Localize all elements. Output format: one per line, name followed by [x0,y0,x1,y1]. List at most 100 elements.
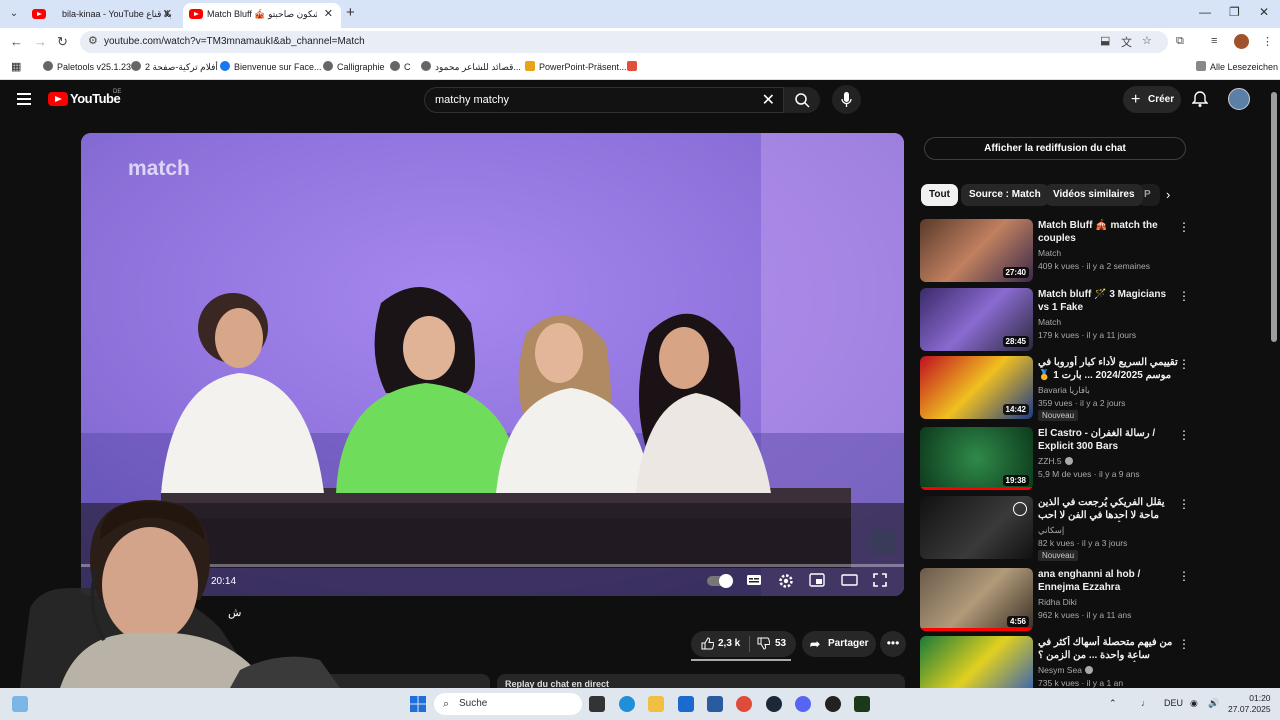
recommendation-item[interactable]: 27:40 Match Bluff 🎪 match the couples Ma… [920,219,1190,283]
subtitles-icon[interactable] [746,573,762,590]
channel-name[interactable]: Match [1038,248,1061,258]
recommendation-title[interactable]: El Castro - رسالة الغفران / Explicit 300… [1038,427,1178,453]
video-thumbnail[interactable]: 14:42 [920,356,1033,419]
channel-name[interactable]: Nesym Sea [1038,665,1093,675]
recommendation-item[interactable]: من فيهم متحصلة أسهاك أكثر في ساعة واحدة … [920,636,1190,688]
chip-all[interactable]: Tout [921,184,958,206]
taskbar-search[interactable]: ⌕ Suche [434,693,582,715]
minimize-icon[interactable]: — [1199,5,1211,19]
browser-menu-icon[interactable]: ⋮ [1262,35,1273,48]
new-tab-button[interactable]: + [346,5,355,21]
video-thumbnail[interactable]: 28:45 [920,288,1033,351]
edge-icon[interactable] [619,696,635,712]
channel-name[interactable]: Ridha Diki [1038,597,1077,607]
more-options-icon[interactable]: ⋮ [1178,637,1190,651]
recommendation-item[interactable]: 19:38 El Castro - رسالة الغفران / Explic… [920,427,1190,491]
more-options-icon[interactable]: ⋮ [1178,357,1190,371]
recommendation-item[interactable]: يقلل الفريكي يُرجعت في الذين ماحة لا احد… [920,496,1190,561]
clear-search-icon[interactable]: ✕ [762,90,775,110]
close-tab-icon[interactable]: ✕ [324,3,333,25]
address-bar[interactable]: ⚙ youtube.com/watch?v=TM3mnamaukI&ab_cha… [80,31,1168,53]
more-options-icon[interactable]: ⋮ [1178,220,1190,234]
bookmark-item[interactable]: PowerPoint-Präsent... [525,61,627,72]
channel-name[interactable]: إسكاني [1038,525,1064,536]
more-options-icon[interactable]: ⋮ [1178,289,1190,303]
search-button[interactable] [784,87,820,113]
back-arrow-icon[interactable]: ← [10,34,23,49]
chat-replay-panel[interactable]: Replay du chat en direct [497,674,905,689]
channel-name[interactable]: Bavaria بافاريا [1038,385,1090,396]
recommendation-title[interactable]: يقلل الفريكي يُرجعت في الذين ماحة لا احد… [1038,496,1178,522]
chrome-icon[interactable] [736,696,752,712]
system-clock[interactable]: 01:20 27.07.2025 [1228,693,1271,715]
bookmark-item[interactable]: Calligraphie [323,61,385,72]
search-input[interactable]: matchy matchy ✕ [424,87,784,113]
recommendation-title[interactable]: Match bluff 🪄 3 Magicians vs 1 Fake [1038,288,1178,314]
theater-mode-icon[interactable] [841,573,858,590]
recommendation-title[interactable]: من فيهم متحصلة أسهاك أكثر في ساعة واحدة … [1038,636,1178,662]
share-button[interactable]: ➦ Partager [802,631,876,657]
file-explorer-icon[interactable] [648,696,664,712]
outlook-icon[interactable] [678,696,694,712]
dislike-count[interactable]: 53 [775,638,786,649]
bookmark-star-icon[interactable]: ☆ [1142,34,1152,47]
bookmark-item[interactable]: أفلام تركية-صفحة 2 [131,61,218,73]
recommendation-item[interactable]: 4:56 ana enghanni al hob / Ennejma Ezzah… [920,568,1190,632]
reload-icon[interactable]: ↻ [57,34,68,50]
fullscreen-icon[interactable] [873,573,887,590]
youtube-logo-icon[interactable] [48,92,68,106]
forward-arrow-icon[interactable]: → [34,34,47,49]
tab-match-bluff[interactable]: Match Bluff 🎪 شكون صاحبتو - ✕ [183,3,341,28]
miniplayer-icon[interactable] [809,573,825,590]
all-bookmarks[interactable]: Alle Lesezeichen [1196,61,1278,72]
settings-gear-icon[interactable] [778,573,794,592]
site-info-icon[interactable]: ⚙ [88,34,98,47]
tray-chevron-icon[interactable]: ⌃ [1109,698,1117,709]
recommendation-title[interactable]: تقييمي السريع لأداء كبار أوروبا في موسم … [1038,356,1178,382]
channel-watermark-logo[interactable] [870,530,895,555]
video-thumbnail[interactable]: 4:56 [920,568,1033,631]
apps-grid-icon[interactable]: ▦ [11,60,21,73]
more-options-icon[interactable]: ⋮ [1178,497,1190,511]
voice-search-button[interactable] [832,85,861,114]
bookmark-item[interactable]: Paletools v25.1.23 [43,61,131,72]
chevron-right-icon[interactable]: › [1166,187,1170,202]
video-thumbnail[interactable]: 27:40 [920,219,1033,282]
page-scrollbar[interactable] [1268,80,1280,688]
bookmark-item[interactable]: C [390,61,411,72]
tab-bila-kinaa[interactable]: bila-kinaa - YouTube بلا قناع ✕ [28,3,180,28]
account-avatar[interactable] [1228,88,1250,110]
video-thumbnail[interactable]: 19:38 [920,427,1033,490]
media-control-icon[interactable]: ≡ [1211,35,1217,47]
install-app-icon[interactable]: ⬓ [1100,34,1110,47]
more-actions-button[interactable]: ••• [880,631,906,657]
recommendation-item[interactable]: 28:45 Match bluff 🪄 3 Magicians vs 1 Fak… [920,288,1190,352]
show-chat-replay-button[interactable]: Afficher la rediffusion du chat [924,137,1186,160]
steam-icon[interactable] [766,696,782,712]
store-icon[interactable] [707,696,723,712]
language-indicator[interactable]: DEU [1164,698,1183,708]
channel-name[interactable]: ZZH.5 [1038,456,1073,466]
recommendation-title[interactable]: ana enghanni al hob / Ennejma Ezzahra [1038,568,1178,594]
terminal-icon[interactable] [854,696,870,712]
bookmark-item[interactable] [627,61,641,72]
scrollbar-thumb[interactable] [1271,92,1277,342]
notifications-bell-icon[interactable] [1191,90,1209,113]
extensions-icon[interactable]: ⧉ [1176,35,1184,48]
hamburger-menu-icon[interactable] [17,93,31,105]
bookmark-item[interactable]: Bienvenue sur Face... [220,61,322,72]
more-options-icon[interactable]: ⋮ [1178,569,1190,583]
microphone-tray-icon[interactable]: ♩ [1141,698,1150,708]
thumbs-down-icon[interactable] [757,637,771,653]
weather-icon[interactable] [12,696,28,712]
close-window-icon[interactable]: ✕ [1259,5,1269,19]
more-options-icon[interactable]: ⋮ [1178,428,1190,442]
autoplay-toggle[interactable] [707,574,733,588]
close-tab-icon[interactable]: ✕ [163,3,172,25]
channel-name[interactable]: Match [1038,317,1061,327]
chip-source-match[interactable]: Source : Match [961,184,1049,206]
recommendation-item[interactable]: 14:42 تقييمي السريع لأداء كبار أوروبا في… [920,356,1190,421]
recommendation-title[interactable]: Match Bluff 🎪 match the couples [1038,219,1178,245]
video-thumbnail[interactable] [920,636,1033,688]
volume-icon[interactable]: 🔊 [1208,698,1219,709]
